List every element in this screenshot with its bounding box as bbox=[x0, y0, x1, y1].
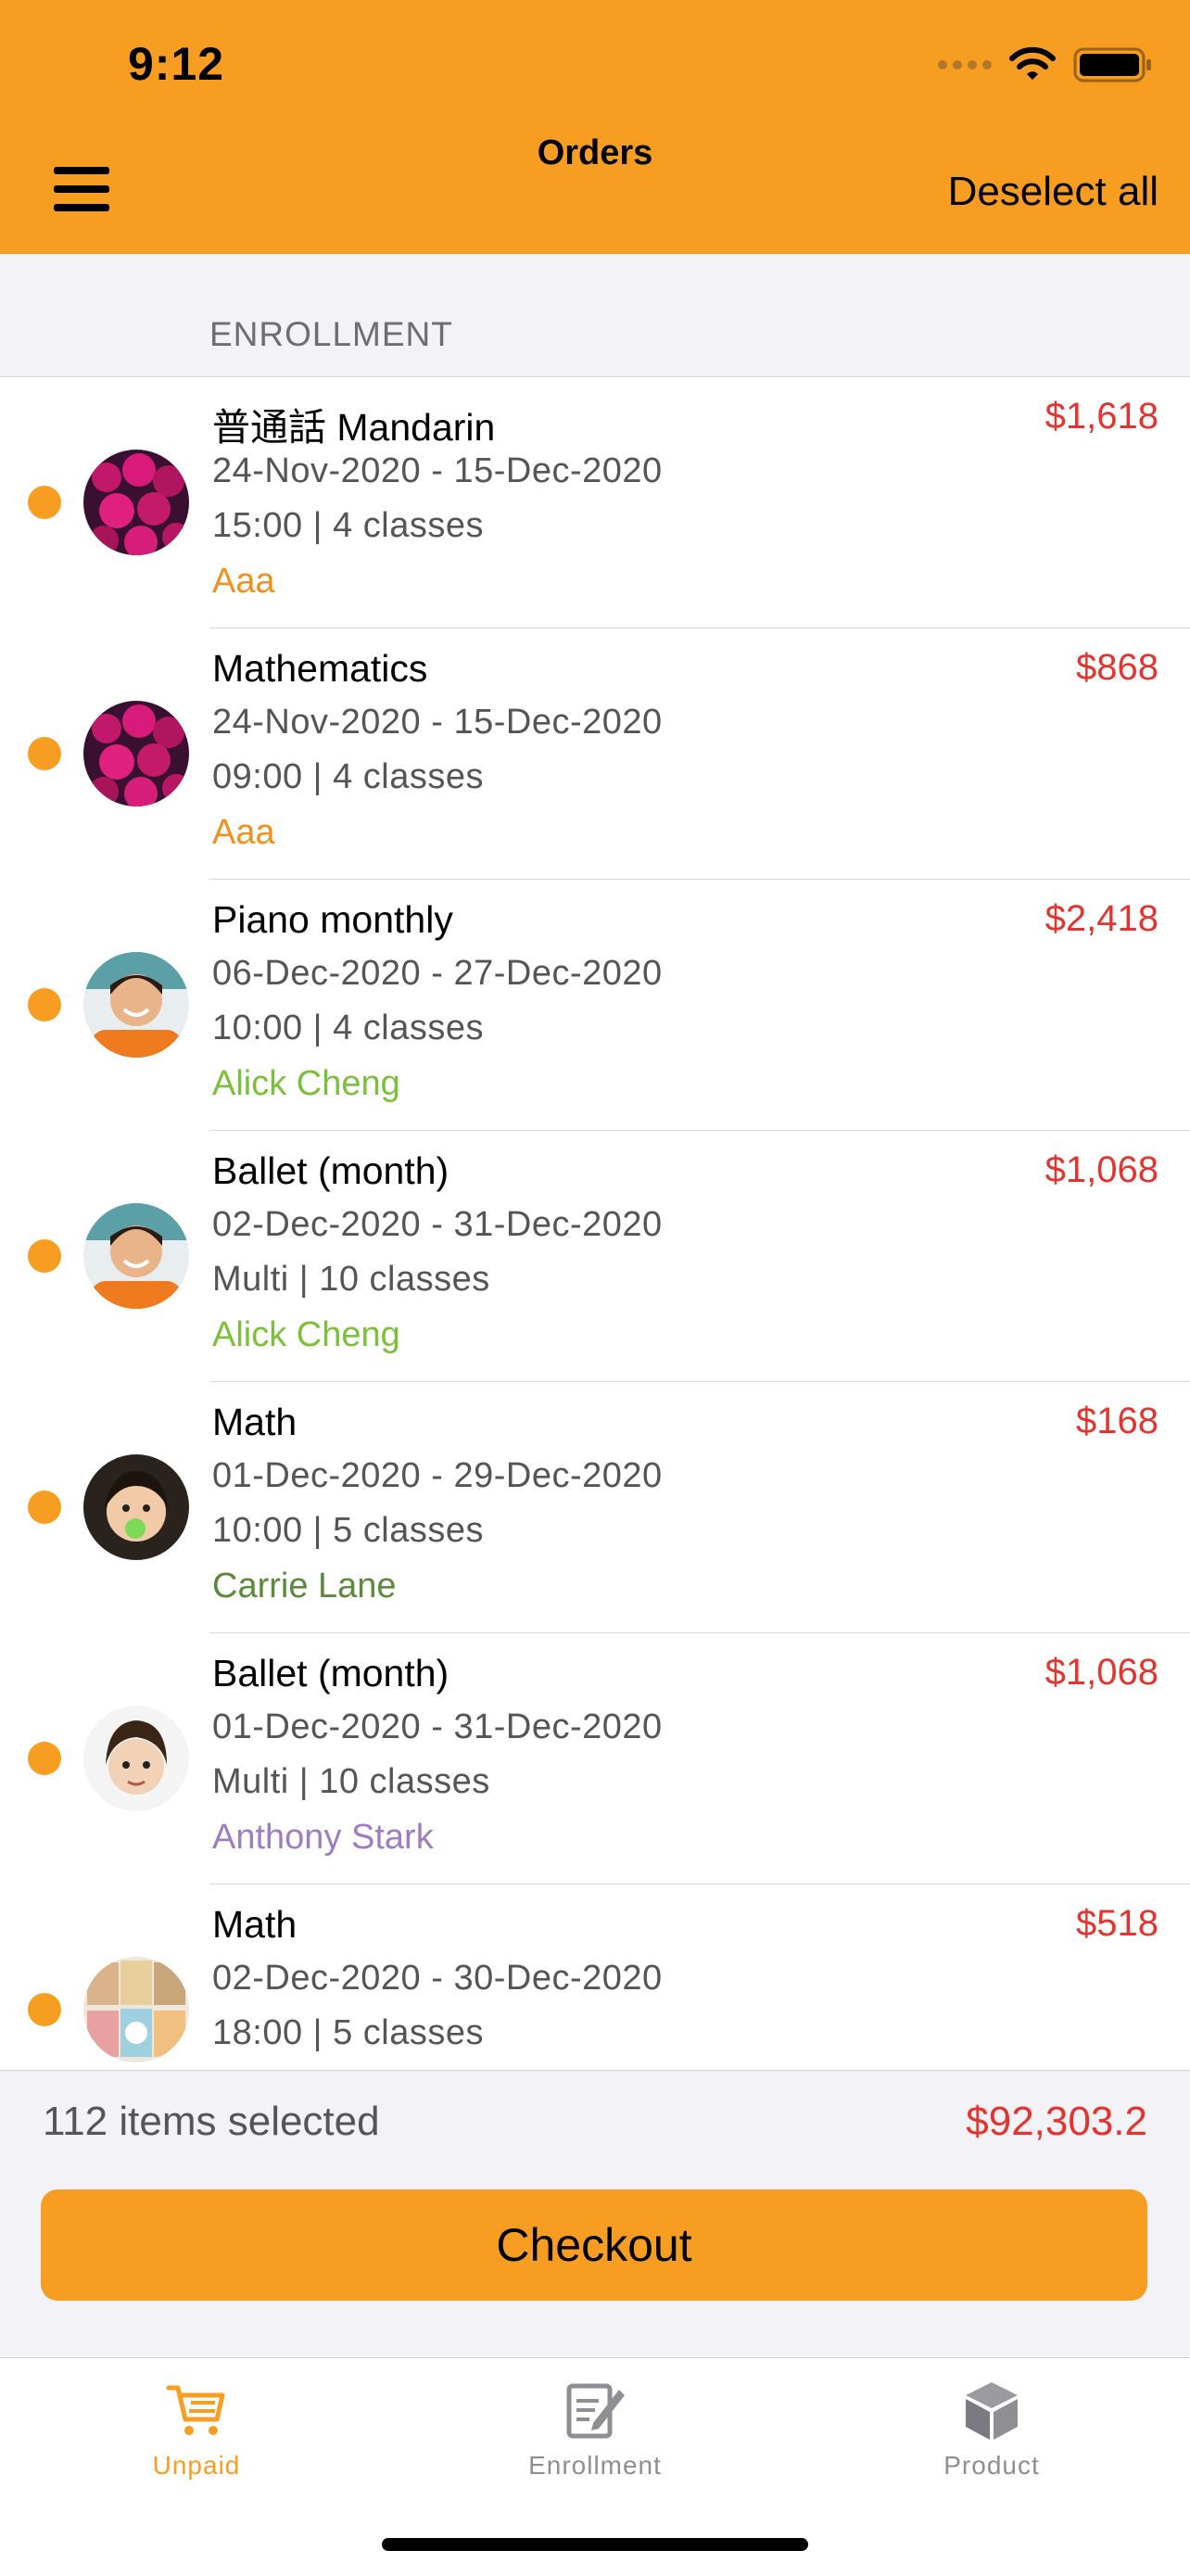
schedule: 09:00 | 4 classes bbox=[212, 757, 484, 796]
page-title: Orders bbox=[537, 133, 653, 172]
student-name: Alick Cheng bbox=[212, 1315, 400, 1354]
checkout-button[interactable]: Checkout bbox=[41, 2189, 1147, 2301]
deselect-all-button[interactable]: Deselect all bbox=[948, 169, 1158, 215]
date-range: 24-Nov-2020 - 15-Dec-2020 bbox=[212, 451, 663, 490]
order-row[interactable]: Mathematics $868 24-Nov-2020 - 15-Dec-20… bbox=[0, 628, 1190, 880]
status-icons bbox=[938, 46, 1153, 83]
course-title: Ballet (month) bbox=[212, 1149, 449, 1192]
order-row[interactable]: Math $518 02-Dec-2020 - 30-Dec-2020 18:0… bbox=[0, 1884, 1190, 2070]
order-row[interactable]: Ballet (month) $1,068 02-Dec-2020 - 31-D… bbox=[0, 1131, 1190, 1382]
student-name: Aaa bbox=[212, 562, 275, 601]
battery-icon bbox=[1073, 47, 1151, 82]
edit-document-icon bbox=[566, 2383, 625, 2439]
schedule: 10:00 | 5 classes bbox=[212, 1511, 484, 1550]
course-title: Mathematics bbox=[212, 647, 428, 690]
schedule: 18:00 | 5 classes bbox=[212, 2013, 484, 2052]
student-name: Aaa bbox=[212, 813, 275, 852]
selected-indicator[interactable] bbox=[28, 737, 61, 770]
date-range: 02-Dec-2020 - 30-Dec-2020 bbox=[212, 1959, 663, 1998]
selected-indicator[interactable] bbox=[28, 1239, 61, 1273]
tab-enrollment[interactable]: Enrollment bbox=[456, 2377, 734, 2481]
selected-indicator[interactable] bbox=[28, 486, 61, 519]
date-range: 02-Dec-2020 - 31-Dec-2020 bbox=[212, 1205, 663, 1244]
order-row[interactable]: Math $168 01-Dec-2020 - 29-Dec-2020 10:0… bbox=[0, 1382, 1190, 1633]
avatar bbox=[83, 952, 189, 1058]
section-title: ENROLLMENT bbox=[209, 315, 453, 353]
cart-icon bbox=[166, 2385, 225, 2435]
selected-indicator[interactable] bbox=[28, 1742, 61, 1775]
cellular-signal-icon bbox=[938, 60, 992, 70]
selected-count: 112 items selected bbox=[43, 2099, 380, 2144]
student-name: Carrie Lane bbox=[212, 1567, 397, 1605]
status-time: 9:12 bbox=[128, 38, 225, 90]
tab-label: Enrollment bbox=[528, 2451, 662, 2480]
avatar bbox=[83, 1957, 189, 2062]
avatar bbox=[83, 1706, 189, 1811]
selected-indicator[interactable] bbox=[28, 988, 61, 1022]
date-range: 24-Nov-2020 - 15-Dec-2020 bbox=[212, 703, 663, 742]
course-title: Ballet (month) bbox=[212, 1652, 449, 1694]
schedule: Multi | 10 classes bbox=[212, 1762, 490, 1801]
student-name: Alick Cheng bbox=[212, 1064, 400, 1103]
selected-indicator[interactable] bbox=[28, 1491, 61, 1524]
tab-label: Product bbox=[943, 2451, 1040, 2480]
avatar bbox=[83, 1203, 189, 1309]
order-price: $1,068 bbox=[1044, 1149, 1158, 1190]
date-range: 06-Dec-2020 - 27-Dec-2020 bbox=[212, 954, 663, 993]
schedule: Multi | 10 classes bbox=[212, 1260, 490, 1299]
total-amount: $92,303.2 bbox=[966, 2099, 1147, 2144]
order-row[interactable]: Ballet (month) $1,068 01-Dec-2020 - 31-D… bbox=[0, 1633, 1190, 1884]
orders-list[interactable]: 普通話 Mandarin $1,618 24-Nov-2020 - 15-Dec… bbox=[0, 377, 1190, 2070]
box-icon bbox=[966, 2382, 1018, 2440]
order-price: $518 bbox=[1076, 1903, 1158, 1944]
avatar bbox=[83, 1454, 189, 1560]
home-indicator[interactable] bbox=[382, 2538, 808, 2551]
avatar bbox=[83, 701, 189, 806]
section-header: ENROLLMENT bbox=[0, 254, 1190, 377]
order-price: $868 bbox=[1076, 647, 1158, 688]
order-price: $1,618 bbox=[1044, 396, 1158, 437]
date-range: 01-Dec-2020 - 31-Dec-2020 bbox=[212, 1707, 663, 1746]
order-price: $168 bbox=[1076, 1401, 1158, 1441]
course-title: Piano monthly bbox=[212, 898, 453, 941]
checkout-summary: 112 items selected $92,303.2 Checkout bbox=[0, 2070, 1190, 2358]
tab-product[interactable]: Product bbox=[853, 2377, 1131, 2481]
menu-icon[interactable] bbox=[54, 167, 109, 211]
order-price: $1,068 bbox=[1044, 1652, 1158, 1693]
course-title: Math bbox=[212, 1401, 298, 1443]
tab-unpaid[interactable]: Unpaid bbox=[57, 2377, 335, 2481]
wifi-icon bbox=[1009, 46, 1056, 80]
date-range: 01-Dec-2020 - 29-Dec-2020 bbox=[212, 1456, 663, 1495]
order-price: $2,418 bbox=[1044, 898, 1158, 939]
selected-indicator[interactable] bbox=[28, 1993, 61, 2026]
avatar bbox=[83, 450, 189, 555]
nav-header: 9:12 Orders Deselect all bbox=[0, 0, 1190, 254]
tab-label: Unpaid bbox=[152, 2451, 241, 2480]
student-name: Anthony Stark bbox=[212, 1818, 434, 1857]
course-title: Math bbox=[212, 1903, 298, 1946]
schedule: 15:00 | 4 classes bbox=[212, 506, 484, 545]
course-title: 普通話 Mandarin bbox=[212, 406, 496, 449]
order-row[interactable]: 普通話 Mandarin $1,618 24-Nov-2020 - 15-Dec… bbox=[0, 377, 1190, 628]
schedule: 10:00 | 4 classes bbox=[212, 1009, 484, 1047]
order-row[interactable]: Piano monthly $2,418 06-Dec-2020 - 27-De… bbox=[0, 880, 1190, 1131]
